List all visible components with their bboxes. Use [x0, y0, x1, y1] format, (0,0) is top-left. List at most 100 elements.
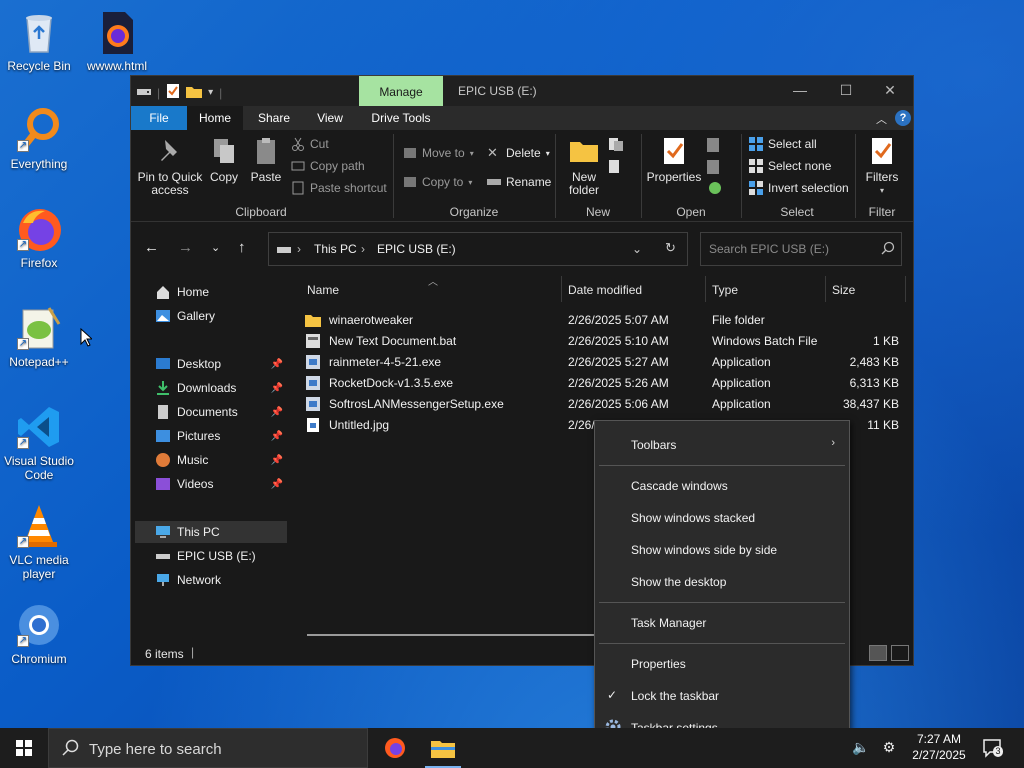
easy-access-icon[interactable] [609, 160, 629, 177]
pin-icon[interactable]: 📌 [271, 479, 283, 490]
nav-item-gallery[interactable]: Gallery [135, 305, 287, 327]
collapse-ribbon-icon[interactable]: ︿ [876, 111, 887, 127]
menu-item-task-manager[interactable]: Task Manager [595, 607, 849, 637]
column-header-type[interactable]: Type [712, 283, 738, 297]
tab-drive-tools[interactable]: Drive Tools [365, 106, 437, 130]
file-row[interactable]: winaerotweaker 2/26/2025 5:07 AM File fo… [305, 310, 905, 331]
desktop-icon-vlc[interactable]: ↗ VLC media player [0, 502, 78, 581]
menu-item-cascade[interactable]: Cascade windows [595, 470, 849, 500]
desktop-icon-vscode[interactable]: ↗ Visual Studio Code [0, 403, 78, 482]
column-header-name[interactable]: Name [307, 283, 339, 297]
copy-path-button[interactable]: Copy path [291, 157, 365, 175]
help-icon[interactable]: ? [895, 110, 911, 126]
menu-item-lock-taskbar[interactable]: ✓ Lock the taskbar [595, 680, 849, 710]
taskbar-search-box[interactable] [48, 728, 368, 768]
select-none-button[interactable]: Select none [749, 157, 831, 175]
taskbar-file-explorer[interactable] [421, 728, 465, 768]
nav-item-downloads[interactable]: Downloads 📌 [135, 377, 287, 399]
new-folder-button[interactable]: New folder [563, 136, 605, 197]
tab-share[interactable]: Share [251, 106, 297, 130]
back-button[interactable]: ← [144, 239, 159, 256]
invert-selection-button[interactable]: Invert selection [749, 179, 849, 197]
breadcrumb-this-pc[interactable]: This PC [314, 242, 357, 256]
paste-shortcut-button[interactable]: Paste shortcut [291, 179, 387, 197]
nav-item-documents[interactable]: Documents 📌 [135, 401, 287, 423]
tab-home[interactable]: Home [187, 106, 243, 130]
column-separator[interactable] [905, 276, 906, 302]
desktop-icon-everything[interactable]: ↗ Everything [0, 106, 78, 171]
minimize-button[interactable]: — [777, 76, 823, 106]
history-icon[interactable] [707, 180, 723, 199]
column-header-date[interactable]: Date modified [568, 283, 642, 297]
qat-dropdown-icon[interactable]: ▾ [208, 87, 213, 98]
nav-item-home[interactable]: Home [135, 281, 287, 303]
nav-item-this-pc[interactable]: This PC [135, 521, 287, 543]
breadcrumb-epic-usb[interactable]: EPIC USB (E:) [377, 242, 456, 256]
nav-item-pictures[interactable]: Pictures 📌 [135, 425, 287, 447]
search-box[interactable] [700, 232, 902, 266]
nav-item-music[interactable]: Music 📌 [135, 449, 287, 471]
column-separator[interactable] [705, 276, 706, 302]
select-all-button[interactable]: Select all [749, 135, 817, 153]
menu-item-side-by-side[interactable]: Show windows side by side [595, 534, 849, 564]
tab-file[interactable]: File [131, 106, 187, 130]
pin-to-quick-access-button[interactable]: Pin to Quick access [137, 136, 203, 197]
move-to-button[interactable]: Move to ▾ [403, 144, 474, 162]
search-input[interactable] [709, 241, 869, 257]
menu-item-toolbars[interactable]: Toolbars › [595, 429, 849, 459]
column-header-size[interactable]: Size [832, 283, 855, 297]
maximize-button[interactable]: ☐ [823, 76, 869, 106]
nav-item-desktop[interactable]: Desktop 📌 [135, 353, 287, 375]
file-row[interactable]: rainmeter-4-5-21.exe 2/26/2025 5:27 AM A… [305, 352, 905, 373]
properties-button[interactable]: Properties [645, 136, 703, 184]
horizontal-scrollbar[interactable] [307, 634, 607, 636]
close-button[interactable]: ✕ [867, 76, 913, 106]
menu-item-show-desktop[interactable]: Show the desktop [595, 566, 849, 596]
edit-icon[interactable] [707, 160, 723, 177]
taskbar-search-input[interactable] [89, 740, 349, 758]
nav-item-network[interactable]: Network [135, 569, 287, 591]
pin-icon[interactable]: 📌 [271, 431, 283, 442]
pin-icon[interactable]: 📌 [271, 407, 283, 418]
notification-center-button[interactable]: 3 [982, 738, 1004, 758]
taskbar-firefox[interactable] [373, 728, 417, 768]
nav-item-epic-usb[interactable]: EPIC USB (E:) [135, 545, 287, 567]
file-row[interactable]: RocketDock-v1.3.5.exe 2/26/2025 5:26 AM … [305, 373, 905, 394]
details-view-button[interactable] [869, 645, 887, 661]
tab-manage[interactable]: Manage [359, 76, 443, 106]
address-bar[interactable]: › This PC › EPIC USB (E:) ⌄ ↻ [268, 232, 688, 266]
copy-button[interactable]: Copy [207, 136, 241, 184]
tab-view[interactable]: View [307, 106, 353, 130]
taskbar-clock[interactable]: 7:27 AM 2/27/2025 [900, 731, 978, 763]
recent-locations-icon[interactable]: ⌄ [211, 241, 220, 254]
pin-icon[interactable]: 📌 [271, 383, 283, 394]
rename-button[interactable]: Rename [487, 173, 551, 191]
volume-muted-icon[interactable]: 🔈 [852, 739, 870, 757]
desktop-icon-wwww-html[interactable]: wwww.html [78, 8, 156, 73]
desktop-icon-notepadpp[interactable]: ↗ Notepad++ [0, 304, 78, 369]
address-dropdown-icon[interactable]: ⌄ [632, 242, 642, 256]
pin-icon[interactable]: 📌 [271, 455, 283, 466]
up-button[interactable]: ↑ [238, 239, 246, 256]
paste-button[interactable]: Paste [249, 136, 283, 184]
refresh-icon[interactable]: ↻ [665, 240, 676, 256]
cut-button[interactable]: Cut [291, 135, 329, 153]
desktop-icon-firefox[interactable]: ↗ Firefox [0, 205, 78, 270]
settings-gear-icon[interactable]: ⚙ [880, 739, 898, 757]
forward-button[interactable]: → [178, 239, 193, 256]
nav-item-videos[interactable]: Videos 📌 [135, 473, 287, 495]
title-bar[interactable]: | ▾ | Manage EPIC USB (E:) — ☐ ✕ [131, 76, 913, 106]
desktop-icon-recycle-bin[interactable]: Recycle Bin [0, 8, 78, 73]
large-icons-view-button[interactable] [891, 645, 909, 661]
start-button[interactable] [0, 728, 48, 768]
search-icon[interactable] [881, 241, 895, 258]
desktop-icon-chromium[interactable]: ↗ Chromium [0, 601, 78, 666]
properties-check-icon[interactable] [166, 83, 180, 102]
file-row[interactable]: SoftrosLANMessengerSetup.exe 2/26/2025 5… [305, 394, 905, 415]
pin-icon[interactable]: 📌 [271, 359, 283, 370]
new-item-icon[interactable] [609, 138, 629, 155]
filters-button[interactable]: Filters ▾ [861, 136, 903, 197]
delete-button[interactable]: ✕ Delete ▾ [487, 144, 550, 162]
column-separator[interactable] [825, 276, 826, 302]
menu-item-stacked[interactable]: Show windows stacked [595, 502, 849, 532]
